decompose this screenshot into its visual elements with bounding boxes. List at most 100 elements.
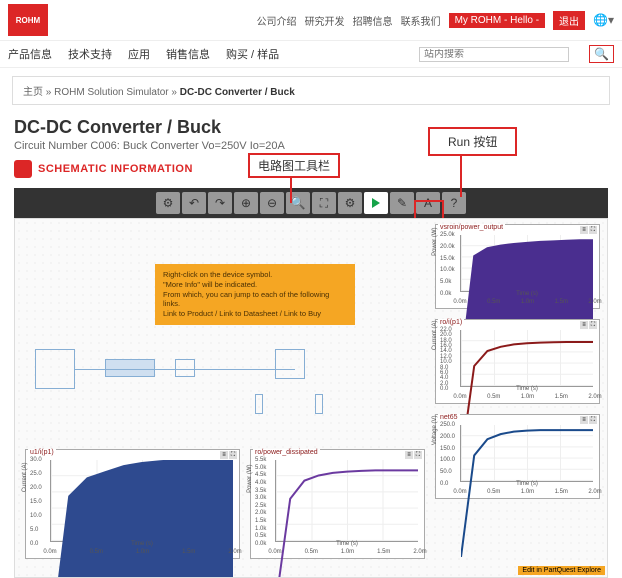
chart-roip1[interactable]: ro/i(p1) ≡⛶ Time (s) Current (A)0.02.04.… — [435, 319, 600, 404]
schematic-canvas[interactable]: Right-click on the device symbol. "More … — [14, 218, 608, 578]
schematic-c2[interactable] — [315, 394, 323, 414]
xtick: 1.0m — [136, 549, 149, 555]
top-link-rd[interactable]: 研究开发 — [305, 13, 345, 28]
chart-title: ro/i(p1) — [438, 319, 464, 326]
xtick: 0.5m — [90, 549, 103, 555]
ytick: 3.0k — [255, 495, 266, 501]
ytick: 2.0 — [440, 381, 448, 387]
xtick: 0.0m — [43, 549, 56, 555]
xtick: 1.0m — [341, 549, 354, 555]
nav-products[interactable]: 产品信息 — [8, 46, 52, 62]
zoom-out-button[interactable]: ⊖ — [260, 192, 284, 214]
pdf-icon[interactable] — [14, 160, 32, 178]
schematic-opamp[interactable] — [35, 349, 75, 389]
xtick: 1.0m — [521, 299, 534, 305]
ytick: 12.0 — [440, 354, 452, 360]
rohm-logo[interactable]: ROHM — [8, 4, 48, 36]
page-subtitle: Circuit Number C006: Buck Converter Vo=2… — [14, 140, 608, 152]
axis-y-label: Power (W) — [247, 464, 253, 492]
schematic-info-link[interactable]: SCHEMATIC INFORMATION — [38, 163, 193, 175]
ytick: 10.0 — [440, 359, 452, 365]
ytick: 5.0k — [440, 279, 451, 285]
breadcrumb-sep2: » — [171, 87, 177, 98]
ytick: 20.0 — [30, 485, 42, 491]
search-box — [419, 47, 569, 62]
redo-button[interactable]: ↷ — [208, 192, 232, 214]
ytick: 22.0 — [440, 327, 452, 333]
breadcrumb-current: DC-DC Converter / Buck — [180, 87, 295, 98]
settings2-button[interactable]: ⚙ — [338, 192, 362, 214]
zoom-in-button[interactable]: ⊕ — [234, 192, 258, 214]
ytick: 5.0 — [30, 527, 38, 533]
schematic-block1[interactable] — [105, 359, 155, 377]
xtick: 2.0m — [228, 549, 241, 555]
xtick: 2.0m — [588, 489, 601, 495]
schematic-mosfet[interactable] — [275, 349, 305, 379]
pencil-button[interactable]: ✎ — [390, 192, 414, 214]
page-title: DC-DC Converter / Buck — [14, 117, 608, 138]
top-link-company[interactable]: 公司介绍 — [257, 13, 297, 28]
callout-run: Run 按钮 — [428, 127, 517, 156]
ytick: 50.0 — [440, 469, 452, 475]
info-line1: Right-click on the device symbol. — [163, 270, 347, 280]
gear-button[interactable]: ⚙ — [156, 192, 180, 214]
schematic-r1[interactable] — [175, 359, 195, 377]
undo-button[interactable]: ↶ — [182, 192, 206, 214]
ytick: 4.5k — [255, 472, 266, 478]
search-input[interactable] — [424, 49, 564, 60]
chart-u1ip1[interactable]: u1/i(p1) ≡⛶ Time (s) Current (A)0.05.010… — [25, 449, 240, 559]
ytick: 0.0 — [440, 481, 448, 487]
globe-icon[interactable]: 🌐▾ — [593, 13, 614, 27]
ytick: 4.0 — [440, 375, 448, 381]
ytick: 2.0k — [255, 510, 266, 516]
nav-apps[interactable]: 应用 — [128, 46, 150, 62]
ytick: 16.0 — [440, 343, 452, 349]
edit-partquest-button[interactable]: Edit in PartQuest Explore — [518, 566, 605, 575]
ytick: 0.0 — [30, 541, 38, 547]
myrohm-badge[interactable]: My ROHM - Hello - — [449, 13, 545, 28]
logout-button[interactable]: 退出 — [553, 11, 585, 30]
ytick: 0.0 — [440, 386, 448, 392]
ytick: 20.0 — [440, 332, 452, 338]
help-button[interactable]: ? — [442, 192, 466, 214]
info-line3: From which, you can jump to each of the … — [163, 290, 347, 310]
chart-title: u1/i(p1) — [28, 449, 56, 456]
ytick: 200.0 — [440, 434, 455, 440]
top-link-careers[interactable]: 招聘信息 — [353, 13, 393, 28]
xtick: 1.0m — [521, 394, 534, 400]
text-button[interactable]: A — [416, 192, 440, 214]
breadcrumb-home[interactable]: 主页 — [23, 87, 43, 98]
xtick: 0.5m — [305, 549, 318, 555]
schematic-wire — [75, 369, 295, 370]
breadcrumb-sep: » — [46, 87, 52, 98]
axis-x-label: Time (s) — [516, 481, 538, 487]
axis-x-label: Time (s) — [336, 541, 358, 547]
ytick: 1.0k — [255, 526, 266, 532]
xtick: 0.0m — [453, 394, 466, 400]
xtick: 0.5m — [487, 299, 500, 305]
axis-y-label: Power (W) — [432, 227, 438, 255]
chart-ropd[interactable]: ro/power_dissipated ≡⛶ Time (s) Power (W… — [250, 449, 425, 559]
nav-support[interactable]: 技术支持 — [68, 46, 112, 62]
info-tooltip: Right-click on the device symbol. "More … — [155, 264, 355, 325]
chart-vsroin[interactable]: vsroin/power_output ≡⛶ Time (s) Power (W… — [435, 224, 600, 309]
ytick: 30.0 — [30, 457, 42, 463]
axis-x-label: Time (s) — [131, 541, 153, 547]
schematic-c1[interactable] — [255, 394, 263, 414]
nav-sales[interactable]: 销售信息 — [166, 46, 210, 62]
ytick: 250.0 — [440, 422, 455, 428]
search-button[interactable]: 🔍 — [589, 45, 614, 63]
ytick: 0.5k — [255, 533, 266, 539]
ytick: 25.0k — [440, 232, 455, 238]
schematic-toolbar: ⚙↶↷⊕⊖🔍⛶⚙✎A? — [14, 188, 608, 218]
expand-button[interactable]: ⛶ — [312, 192, 336, 214]
nav-buy[interactable]: 购买 / 样品 — [226, 46, 279, 62]
ytick: 15.0k — [440, 256, 455, 262]
breadcrumb-mid[interactable]: ROHM Solution Simulator — [54, 87, 168, 98]
chart-net65[interactable]: net65 ≡⛶ Time (s) Voltage (V)0.050.0100.… — [435, 414, 600, 499]
ytick: 0.0k — [255, 541, 266, 547]
run-button[interactable] — [364, 192, 388, 214]
ytick: 10.0k — [440, 267, 455, 273]
ytick: 4.0k — [255, 480, 266, 486]
top-link-contact[interactable]: 联系我们 — [401, 13, 441, 28]
